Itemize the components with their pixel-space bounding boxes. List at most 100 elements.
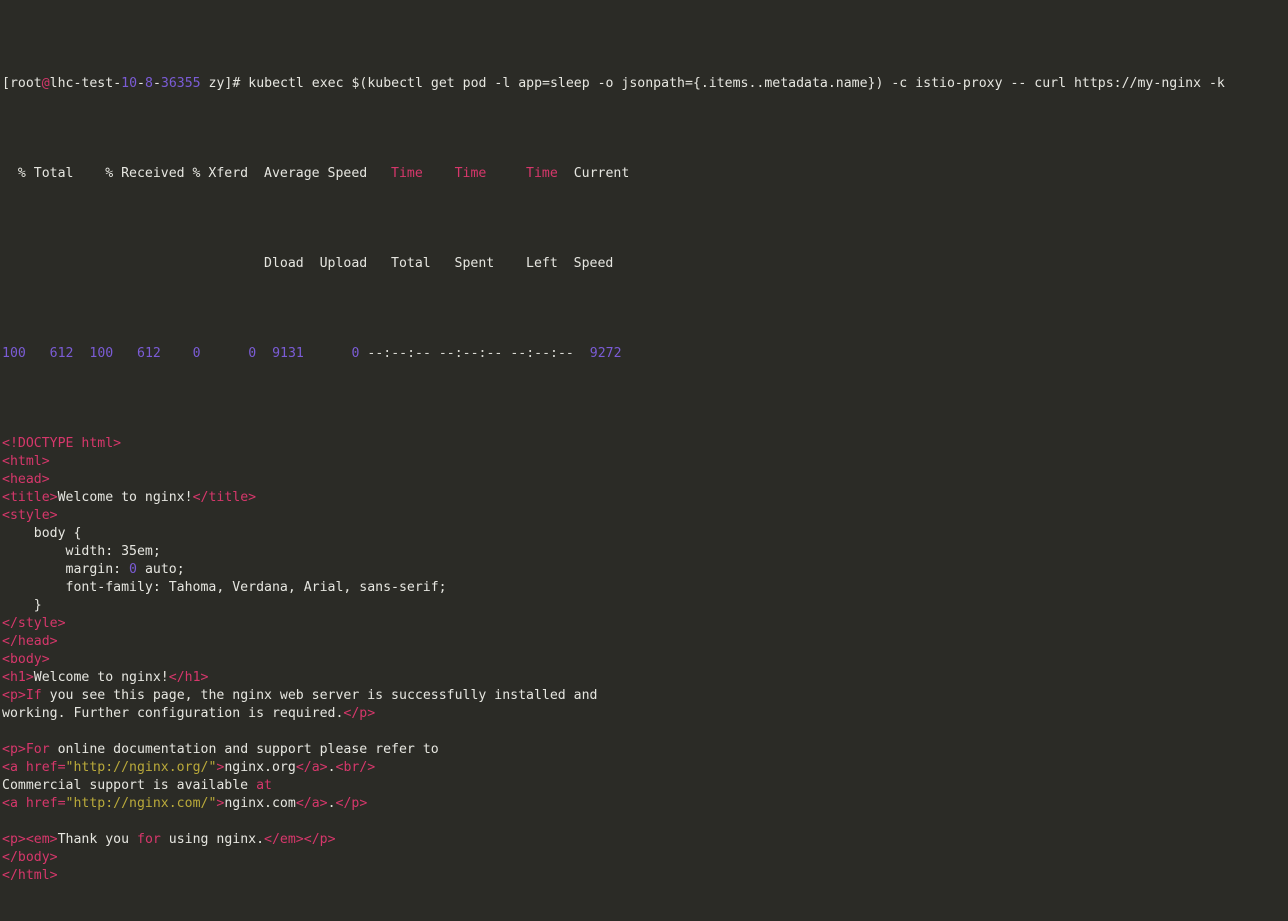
- token-tag: </title>: [192, 490, 257, 505]
- output-line-blank-1: [2, 723, 1288, 741]
- output-line-css-close: }: [2, 597, 1288, 615]
- token-tag: <em>: [25, 832, 58, 847]
- terminal-window[interactable]: [root@lhc-test-10-8-36355 zy]# kubectl e…: [0, 0, 1288, 883]
- token-tag: For: [25, 742, 50, 757]
- token-tag: </p>: [335, 796, 368, 811]
- output-line-body-close: </body>: [2, 849, 1288, 867]
- token-tag: <p>: [2, 832, 26, 847]
- curl-header-gap-2: [486, 166, 526, 181]
- curl-header-row-1: % Total % Received % Xferd Average Speed…: [2, 165, 1288, 183]
- token-tag: >: [216, 760, 225, 775]
- output-line-doctype: <!DOCTYPE html>: [2, 435, 1288, 453]
- prompt-host-octet-1: 10: [121, 76, 138, 91]
- output-line-html-close: </html>: [2, 867, 1288, 885]
- token-number: 0: [129, 562, 137, 577]
- token-tag: <html>: [2, 454, 50, 469]
- output-line-body-open: <body>: [2, 651, 1288, 669]
- output-line-title: <title>Welcome to nginx!</title>: [2, 489, 1288, 507]
- token-plain: .: [327, 760, 336, 775]
- output-line-p2-line2: <a href="http://nginx.org/">nginx.org</a…: [2, 759, 1288, 777]
- token-tag: <body>: [2, 652, 50, 667]
- token-tag: <h1>: [2, 670, 34, 685]
- curl-current-speed: 9272: [589, 346, 622, 361]
- prompt-host-dash-2: -: [152, 76, 161, 91]
- curl-total: 612: [49, 346, 74, 361]
- curl-time-spent: --:--:--: [438, 346, 503, 361]
- curl-percent-received: 100: [89, 346, 114, 361]
- prompt-at-symbol: @: [41, 76, 50, 91]
- output-line-p1-line1: <p>If you see this page, the nginx web s…: [2, 687, 1288, 705]
- output-line-css-body: body {: [2, 525, 1288, 543]
- nginx-html-response: <!DOCTYPE html> <html> <head> <title>Welcom…: [2, 435, 1288, 885]
- curl-time-left: --:--:--: [510, 346, 574, 361]
- output-line-head-close: </head>: [2, 633, 1288, 651]
- token-tag: <a href=: [2, 796, 66, 811]
- token-plain: auto;: [137, 562, 185, 577]
- token-string: "http://nginx.com/": [65, 796, 217, 811]
- output-line-style-open: <style>: [2, 507, 1288, 525]
- curl-data-row: 100 612 100 612 0 0 9131 0 --:--:-- --:-…: [2, 345, 1288, 363]
- output-line-html-open: <html>: [2, 453, 1288, 471]
- token-plain: using nginx.: [160, 832, 265, 847]
- output-line-h1: <h1>Welcome to nginx!</h1>: [2, 669, 1288, 687]
- curl-header-columns-left: % Total % Received % Xferd Average Speed: [2, 166, 392, 181]
- curl-received: 612: [137, 346, 161, 361]
- output-line-p3: <p><em>Thank you for using nginx.</em></…: [2, 831, 1288, 849]
- output-line-head-open: <head>: [2, 471, 1288, 489]
- token-tag: <head>: [2, 472, 50, 487]
- output-line-p2-line1: <p>For online documentation and support …: [2, 741, 1288, 759]
- curl-average-dload: 9131: [272, 346, 304, 361]
- curl-time-total: --:--:--: [367, 346, 431, 361]
- shell-prompt-line: [root@lhc-test-10-8-36355 zy]# kubectl e…: [2, 75, 1288, 93]
- token-tag: <!DOCTYPE html>: [2, 436, 122, 451]
- token-tag: </a>: [295, 760, 328, 775]
- curl-header-gap-1: [423, 166, 455, 181]
- token-plain: }: [2, 598, 42, 613]
- token-plain: margin:: [2, 562, 130, 577]
- token-plain: Welcome to nginx!: [57, 490, 193, 505]
- token-tag: </style>: [2, 616, 66, 631]
- token-plain: body {: [2, 526, 82, 541]
- token-plain: Commercial support is available: [2, 778, 257, 793]
- output-line-p2-line3: Commercial support is available at: [2, 777, 1288, 795]
- output-line-p1-line2: working. Further configuration is requir…: [2, 705, 1288, 723]
- prompt-host-prefix: lhc-test-: [49, 76, 122, 91]
- token-tag: </body>: [2, 850, 58, 865]
- output-line-css-width: width: 35em;: [2, 543, 1288, 561]
- token-plain: width: 35em;: [2, 544, 161, 559]
- curl-header-gap-3: [558, 166, 574, 181]
- token-string: "http://nginx.org/": [65, 760, 217, 775]
- token-tag: </a>: [295, 796, 328, 811]
- curl-header-time-left-label: Time: [526, 166, 558, 181]
- token-tag: </p>: [303, 832, 336, 847]
- token-tag: </head>: [2, 634, 58, 649]
- token-tag: <br/>: [335, 760, 376, 775]
- token-plain: nginx.com: [224, 796, 296, 811]
- token-tag: <p>: [2, 688, 26, 703]
- token-tag: at: [256, 778, 272, 793]
- token-plain: Welcome to nginx!: [33, 670, 169, 685]
- prompt-user: root: [9, 76, 42, 91]
- prompt-host-octet-2: 8: [144, 76, 153, 91]
- token-tag: </p>: [343, 706, 376, 721]
- token-tag: <p>: [2, 742, 26, 757]
- prompt-cwd: zy: [200, 76, 225, 91]
- token-plain: you see this page, the nginx web server …: [41, 688, 598, 703]
- token-plain: .: [327, 796, 336, 811]
- token-tag: for: [137, 832, 161, 847]
- token-plain: font-family: Tahoma, Verdana, Arial, san…: [2, 580, 447, 595]
- output-line-css-font: font-family: Tahoma, Verdana, Arial, san…: [2, 579, 1288, 597]
- prompt-host-octet-3: 36355: [160, 76, 201, 91]
- curl-header-time-spent-label: Time: [454, 166, 487, 181]
- token-tag: If: [25, 688, 42, 703]
- token-tag: </h1>: [168, 670, 209, 685]
- output-line-style-close: </style>: [2, 615, 1288, 633]
- token-plain: Thank you: [57, 832, 137, 847]
- curl-header-current-label: Current: [573, 166, 630, 181]
- curl-xferd: 0: [248, 346, 257, 361]
- token-tag: <title>: [2, 490, 58, 505]
- token-tag: <a href=: [2, 760, 66, 775]
- shell-command-text: kubectl exec $(kubectl get pod -l app=sl…: [240, 76, 1225, 91]
- curl-header-time-total-label: Time: [391, 166, 423, 181]
- token-tag: <style>: [2, 508, 58, 523]
